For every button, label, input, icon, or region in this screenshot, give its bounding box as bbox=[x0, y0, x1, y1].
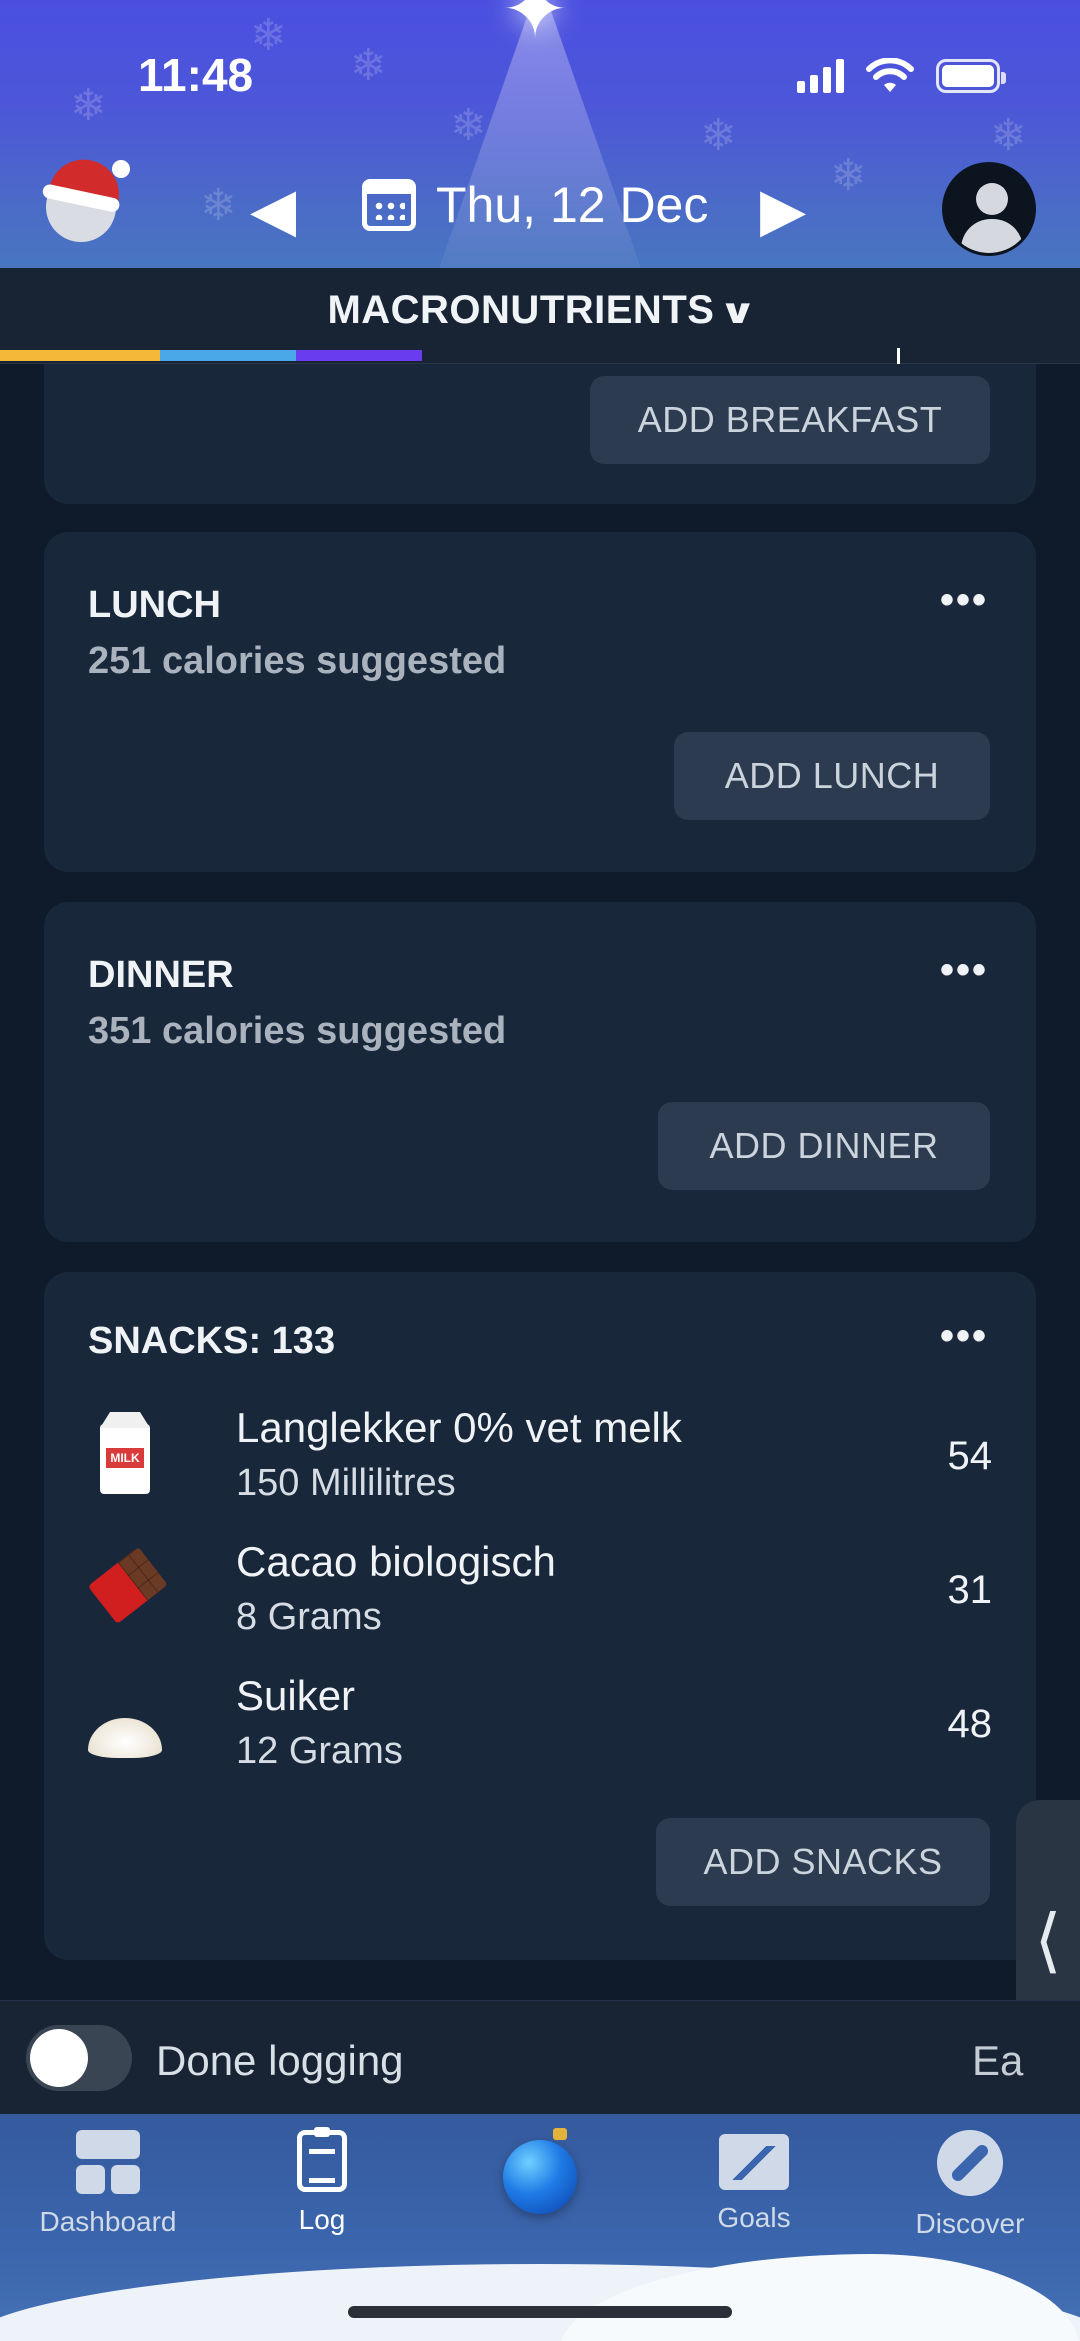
add-lunch-button[interactable]: ADD LUNCH bbox=[674, 732, 990, 820]
food-name: Langlekker 0% vet melk bbox=[236, 1404, 682, 1451]
tab-goals[interactable]: Goals bbox=[654, 2130, 854, 2234]
clipboard-icon bbox=[297, 2127, 347, 2192]
chocolate-bar-icon bbox=[87, 1548, 167, 1630]
tab-label: Log bbox=[298, 2204, 346, 2235]
diary-content[interactable]: ADD BREAKFAST LUNCH 251 calories suggest… bbox=[0, 364, 1080, 2000]
chevron-left-icon: ⟨ bbox=[1034, 1901, 1062, 1979]
snowflake-icon: ❄ bbox=[350, 41, 387, 90]
tab-dashboard[interactable]: Dashboard bbox=[8, 2130, 208, 2238]
dinner-title: DINNER bbox=[88, 954, 234, 996]
food-name: Suiker bbox=[236, 1672, 356, 1719]
milk-carton-icon: MILK bbox=[88, 1420, 164, 1496]
macronutrients-bar[interactable]: MACRONUTRIENTS ∨ bbox=[0, 268, 1080, 364]
chevron-down-icon: ∨ bbox=[718, 293, 759, 331]
food-name: Cacao biologisch bbox=[236, 1538, 556, 1585]
battery-icon bbox=[936, 59, 1006, 93]
cellular-signal-icon bbox=[797, 59, 844, 93]
tab-label: Discover bbox=[915, 2208, 1025, 2239]
food-calories: 48 bbox=[947, 1702, 993, 1746]
current-date: Thu, 12 Dec bbox=[436, 177, 709, 233]
food-item[interactable]: Cacao biologisch 8 Grams 31 bbox=[87, 1530, 993, 1650]
done-logging-toggle[interactable] bbox=[26, 2025, 132, 2091]
snowflake-icon: ❄ bbox=[250, 11, 287, 60]
dinner-card: DINNER 351 calories suggested ••• ADD DI… bbox=[44, 902, 1036, 1242]
snowflake-icon: ❄ bbox=[990, 111, 1027, 160]
snacks-title: SNACKS: 133 bbox=[88, 1320, 336, 1362]
macro-segment-0 bbox=[0, 350, 160, 361]
food-calories: 54 bbox=[947, 1434, 993, 1478]
ornament-icon[interactable] bbox=[503, 2128, 577, 2214]
wifi-icon bbox=[866, 58, 914, 92]
previous-day-arrow-icon[interactable]: ◀ bbox=[250, 180, 296, 240]
snacks-card: SNACKS: 133 ••• MILK Langlekker 0% vet m… bbox=[44, 1272, 1036, 1960]
dinner-more-icon[interactable]: ••• bbox=[940, 948, 988, 993]
lunch-card: LUNCH 251 calories suggested ••• ADD LUN… bbox=[44, 532, 1036, 872]
add-dinner-button[interactable]: ADD DINNER bbox=[658, 1102, 990, 1190]
food-item[interactable]: Suiker 12 Grams 48 bbox=[88, 1664, 992, 1784]
add-snacks-button[interactable]: ADD SNACKS bbox=[656, 1818, 990, 1906]
goal-marker bbox=[897, 348, 900, 364]
snowflake-icon: ❄ bbox=[70, 81, 107, 130]
status-time: 11:48 bbox=[138, 49, 254, 101]
date-selector[interactable]: Thu, 12 Dec bbox=[362, 176, 708, 234]
dashboard-icon bbox=[76, 2130, 140, 2194]
food-item[interactable]: MILK Langlekker 0% vet melk 150 Millilit… bbox=[88, 1396, 992, 1516]
snacks-more-icon[interactable]: ••• bbox=[940, 1314, 988, 1359]
macro-segment-1 bbox=[159, 350, 296, 361]
tab-label: Goals bbox=[717, 2202, 791, 2233]
snowflake-icon: ❄ bbox=[830, 151, 867, 200]
milk-carton-label: MILK bbox=[106, 1448, 144, 1468]
food-quantity: 8 Grams bbox=[236, 1596, 382, 1638]
compass-icon bbox=[937, 2130, 1003, 2196]
done-logging-bar: Done logging Ea bbox=[0, 2000, 1080, 2114]
food-quantity: 150 Millilitres bbox=[236, 1462, 456, 1504]
star-icon: ✦ bbox=[501, 0, 569, 54]
lunch-suggestion: 251 calories suggested bbox=[88, 640, 507, 682]
santa-mascot-icon[interactable] bbox=[46, 153, 130, 242]
lunch-title: LUNCH bbox=[88, 584, 221, 626]
food-calories: 31 bbox=[947, 1568, 993, 1612]
sugar-pile-icon bbox=[88, 1688, 164, 1764]
food-quantity: 12 Grams bbox=[236, 1730, 403, 1772]
tab-label: Dashboard bbox=[39, 2206, 177, 2237]
dinner-suggestion: 351 calories suggested bbox=[88, 1010, 507, 1052]
tab-discover[interactable]: Discover bbox=[870, 2130, 1070, 2240]
macronutrients-title: MACRONUTRIENTS bbox=[327, 288, 715, 332]
macro-progress-bar bbox=[0, 350, 1080, 361]
goals-icon bbox=[719, 2134, 789, 2190]
macronutrients-dropdown[interactable]: MACRONUTRIENTS ∨ bbox=[0, 288, 1080, 333]
home-indicator bbox=[348, 2306, 732, 2318]
snowflake-icon: ❄ bbox=[700, 111, 737, 160]
add-breakfast-button[interactable]: ADD BREAKFAST bbox=[590, 376, 990, 464]
snowflake-icon: ❄ bbox=[200, 181, 237, 230]
snowflake-icon: ❄ bbox=[450, 101, 487, 150]
macro-segment-2 bbox=[295, 350, 423, 361]
status-icons bbox=[797, 58, 1006, 94]
lunch-more-icon[interactable]: ••• bbox=[940, 578, 988, 623]
tab-log[interactable]: Log bbox=[222, 2127, 422, 2236]
next-day-arrow-icon[interactable]: ▶ bbox=[760, 180, 806, 240]
edit-link[interactable]: Ea bbox=[972, 2037, 1023, 2085]
calendar-icon bbox=[362, 179, 416, 231]
breakfast-card: ADD BREAKFAST bbox=[44, 364, 1036, 504]
profile-avatar[interactable] bbox=[942, 162, 1036, 256]
done-logging-label: Done logging bbox=[156, 2037, 404, 2084]
app-header: ✦ ❄ ❄ ❄ ❄ ❄ ❄ ❄ ❄ 11:48 ◀ Thu, 12 Dec ▶ bbox=[0, 0, 1080, 268]
